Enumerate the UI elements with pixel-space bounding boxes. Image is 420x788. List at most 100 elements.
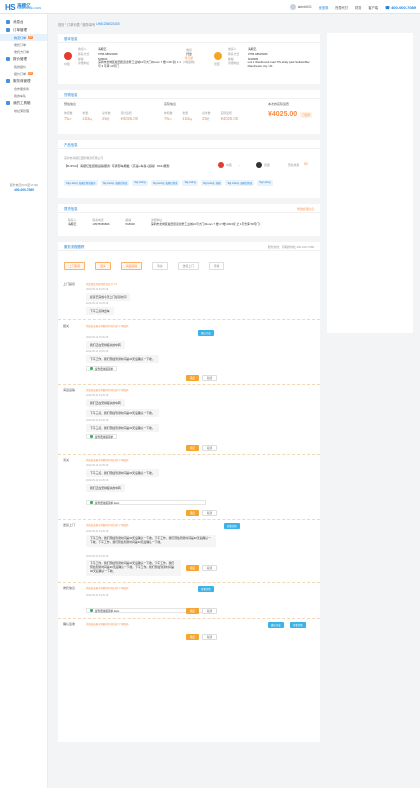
message-bubble: 我们正在安排报关的中转	[86, 484, 125, 492]
ok-button[interactable]: 确定	[186, 510, 200, 516]
order-number: LH81238023100	[96, 22, 120, 26]
message-bubble: 提货已完成今天上门提货时间	[86, 293, 131, 301]
file-icon	[90, 435, 93, 438]
toolbox-icon	[6, 101, 10, 105]
quote-icon	[6, 57, 10, 61]
cancel-button[interactable]: 取消	[202, 634, 218, 640]
progress-tabs: 上门提货 报关 海运运输 清关 送货上门 签收	[64, 262, 225, 270]
ok-button[interactable]: 确定	[186, 375, 200, 381]
cancel-button[interactable]: 取消	[202, 375, 218, 381]
sidebar-item-entrusted-orders[interactable]: 委托订单	[0, 41, 47, 48]
message-bubble: 下午三点，我们预估到港时间是30天后确认一下收。	[86, 424, 159, 432]
sidebar-item-fleet[interactable]: 我的车队	[0, 92, 47, 99]
cancel-button[interactable]: 取消	[202, 608, 218, 614]
message-bubble: 我们正在安排报关的中转	[86, 399, 125, 407]
final-freight: ¥4025.00	[268, 111, 298, 118]
top-link-client[interactable]: 客户端	[368, 5, 378, 10]
top-link-agent[interactable]: 所属代付	[335, 5, 348, 10]
cancel-button[interactable]: 取消	[202, 565, 218, 571]
product-tags: Tag Listing: 海顺亿物流服务 Tag Listing: 海顺亿物流 Ta…	[64, 180, 273, 186]
tab-signoff[interactable]: 签收	[208, 262, 225, 270]
ok-button[interactable]: 确定	[186, 445, 200, 451]
ok-button[interactable]: 确定	[186, 634, 200, 640]
cargo-info-card: 货物信息 预估信息 体积数 75m³ 重量 153kg 总件数 25托 预计运费 ¥40…	[58, 90, 320, 134]
message-bubble: 下午三点，我们预估到港时间是30天后确认一下收。	[86, 469, 159, 477]
card-title: 提货信息	[58, 204, 320, 213]
stage-label: 海运运输	[63, 388, 76, 392]
card-title: 产品信息	[58, 140, 320, 149]
tab-clearance[interactable]: 清关	[152, 262, 168, 270]
badge: 12	[28, 36, 33, 39]
sidebar-item-partners[interactable]: 合作服务商	[0, 85, 47, 92]
attachment-file[interactable]: 提件费用报销单	[86, 434, 118, 439]
stage-label: 清关	[63, 458, 70, 462]
message-bubble: 下午工作，我们预估到港时间是30天后确认一下收。	[86, 355, 159, 363]
top-link-coupon[interactable]: 优惠券	[319, 5, 329, 10]
ok-button[interactable]: 确定	[186, 565, 200, 571]
germany-flag-icon	[214, 52, 222, 60]
logo-name-en: HANDSHAKE LOGIS	[17, 7, 42, 10]
top-link-finance[interactable]: 财务	[355, 5, 361, 10]
card-title: 货物信息	[58, 90, 320, 99]
provider-icon	[6, 79, 10, 83]
sidebar-group-orders[interactable]: 订单管理	[0, 26, 47, 34]
main-content: 首页 / 订单列表 / 服务单号 LH81238023100 基本信息 中国 收…	[58, 14, 320, 748]
sidebar-item-quote-orders[interactable]: 报价订单 12	[0, 70, 47, 77]
sidebar-item-principal-orders[interactable]: 委托方订单	[0, 48, 47, 55]
stage-label: 报关	[63, 324, 70, 328]
dashboard-icon	[6, 20, 10, 24]
attachment-file[interactable]: 提件费用报销单.docx	[86, 500, 206, 505]
sidebar-item-logistics-orders[interactable]: 物流订单 12	[0, 34, 47, 41]
message-bubble: 下午工作，我们预估到港时间是30天后确认一下收。下午工作，我们预估到港时间是30…	[86, 560, 181, 576]
sidebar-group-providers[interactable]: 服务商管理	[0, 77, 47, 85]
stage-label: 上门提货	[63, 282, 76, 286]
tab-customs[interactable]: 报关	[95, 262, 111, 270]
tab-sea[interactable]: 海运运输	[120, 262, 143, 270]
china-flag-icon	[64, 52, 72, 60]
sidebar-item-dashboard[interactable]: 消息台	[0, 18, 47, 26]
stage-label: 委托信息	[63, 586, 76, 590]
breadcrumb-order-list[interactable]: 订单列表	[67, 22, 80, 27]
sidebar-contact: 服务电话(9:00至17:00) 400-000-7089	[9, 183, 39, 192]
ok-button[interactable]: 确定	[186, 608, 200, 614]
sidebar-group-tools[interactable]: 我的工具箱	[0, 99, 47, 107]
product-name[interactable]: 【B-IPCA】海顺亿集装箱运输服务: 可拆卸车厢板（高速+车载+运输）DDU服…	[64, 164, 170, 168]
breadcrumb-home[interactable]: 首页	[58, 22, 64, 27]
message-bubble: 下午三点钟出车	[86, 307, 114, 315]
file-icon	[90, 367, 93, 370]
product-info-card: 产品信息 深圳市海顺亿国际物流有限公司 【B-IPCA】海顺亿集装箱运输服务: …	[58, 140, 320, 198]
edit-pickup-button[interactable]: 修改提货信息	[297, 207, 314, 211]
cancel-button[interactable]: 取消	[202, 445, 218, 451]
cancel-button[interactable]: 取消	[202, 510, 218, 516]
view-details-button[interactable]: 查看详情	[290, 622, 306, 628]
view-details-button[interactable]: 查看详情	[224, 523, 240, 529]
avatar	[289, 4, 296, 10]
message-bubble: 我们正在安排报关的中转	[86, 341, 125, 349]
attachment-file[interactable]: 提件费用报销单	[86, 366, 118, 371]
card-title: 基本信息	[58, 34, 320, 43]
user-name: admin001	[297, 4, 312, 9]
pickup-info-card: 提货信息 修改提货信息 联系人 海顺亿 联系电话 13578459846 邮编 518…	[58, 204, 320, 236]
confirm-signoff-button[interactable]: 确认完成	[268, 622, 284, 628]
right-panel	[327, 33, 413, 333]
settled-badge: 已结算	[300, 111, 312, 118]
sidebar-item-address-book[interactable]: 地址薄管理	[0, 107, 47, 114]
germany-flag-icon	[256, 162, 262, 168]
file-icon	[90, 609, 93, 612]
tab-pickup[interactable]: 上门提货	[64, 262, 86, 270]
confirm-button[interactable]: 确认完成	[198, 330, 214, 336]
badge: 12	[28, 72, 33, 75]
tab-delivery[interactable]: 送货上门	[177, 262, 199, 270]
sidebar: 消息台 订单管理 物流订单 12 委托订单 委托方订单 报价管理 我的报价 报价订…	[0, 14, 48, 788]
logo-mark: HS	[5, 2, 16, 12]
message-bubble: 下午三点，我们预估到港时间是30天后确认一下收。	[86, 409, 159, 417]
view-details-button[interactable]: 查看详情	[198, 586, 214, 592]
top-bar: HS 海顺亿 HANDSHAKE LOGIS admin001 优惠券 所属代付…	[0, 0, 420, 14]
stage-label: 确认签收	[63, 622, 76, 626]
brand-logo[interactable]: HS 海顺亿 HANDSHAKE LOGIS	[5, 2, 47, 12]
sidebar-group-quotes[interactable]: 报价管理	[0, 55, 47, 63]
sidebar-item-my-quotes[interactable]: 我的报价	[0, 63, 47, 70]
basic-info-card: 基本信息 中国 收货人 海顺亿 联系方式 0755-98523366 邮编 51800…	[58, 34, 320, 84]
breadcrumb: 首页 / 订单列表 / 服务单号 LH81238023100	[58, 22, 120, 27]
user-menu[interactable]: admin001	[289, 4, 312, 10]
